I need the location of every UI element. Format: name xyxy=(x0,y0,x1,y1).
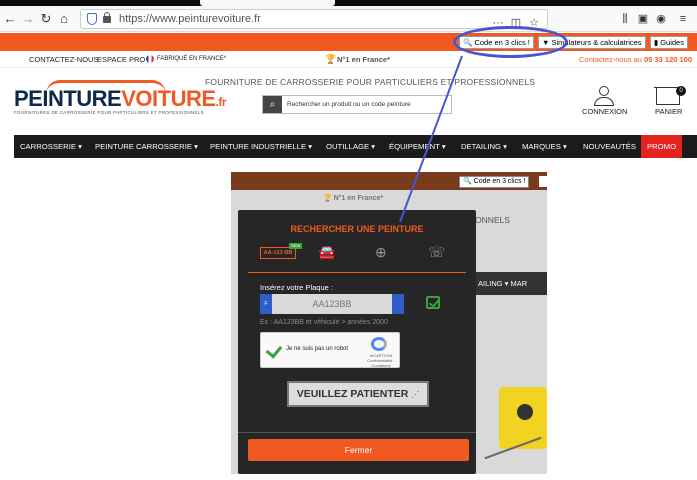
modal-separator xyxy=(248,272,466,273)
recaptcha-logo-icon xyxy=(371,337,387,351)
site-logo[interactable]: PEINTUREVOITURE.fr FOURNITURES DE CARROS… xyxy=(14,86,227,115)
fabrique-label: FABRIQUÉ EN FRANCE* xyxy=(157,56,227,62)
captcha-check-icon[interactable] xyxy=(265,341,283,359)
nav-peinture-carrosserie[interactable]: PEINTURE CARROSSERIE ▾ xyxy=(95,135,198,158)
search-box[interactable]: ⌕ Rechercher un produit ou un code peint… xyxy=(262,95,452,114)
tracking-shield-icon[interactable] xyxy=(87,13,97,25)
wait-button-label: VEUILLEZ PATIENTER xyxy=(296,388,409,400)
url-text[interactable]: https://www.peinturevoiture.fr xyxy=(119,13,261,25)
account-icon[interactable]: ◉ xyxy=(654,10,668,28)
contact-link[interactable]: CONTACTEZ-NOUS xyxy=(29,55,98,64)
panier-label[interactable]: PANIER xyxy=(655,107,682,116)
phone-number[interactable]: 05 33 120 100 xyxy=(644,55,692,64)
user-icon[interactable] xyxy=(593,84,615,108)
search-icon[interactable]: ⌕ xyxy=(263,96,282,113)
main-nav: CARROSSERIE ▾ PEINTURE CARROSSERIE ▾ PEI… xyxy=(14,135,697,158)
trophy-icon: 🏆 xyxy=(325,54,337,64)
modal-footer-separator xyxy=(238,432,476,433)
back-icon[interactable]: ← xyxy=(2,10,18,28)
logo-main: PEINTURE xyxy=(14,86,122,111)
recaptcha-widget[interactable]: Je ne suis pas un robot reCAPTCHA Confide… xyxy=(260,332,400,368)
url-bar[interactable]: https://www.peinturevoiture.fr ··· ◫ ☆ xyxy=(80,9,548,29)
logo-tld: .fr xyxy=(215,95,227,109)
paint-code-search-icon[interactable]: ⊕ xyxy=(375,244,387,261)
guides-label: Guides xyxy=(660,38,684,47)
region-band xyxy=(392,294,404,314)
connexion-label[interactable]: CONNEXION xyxy=(582,107,627,116)
paint-search-modal: RECHERCHER UNE PEINTURE AA-123-BB NEW 🚘 … xyxy=(238,210,476,474)
nav-detailing[interactable]: DETAILING ▾ xyxy=(461,135,507,158)
phone-label: Contactez-nous au 05 33 120 100 xyxy=(579,55,692,64)
new-badge: NEW xyxy=(289,243,303,249)
library-icon[interactable]: ⫼ xyxy=(618,10,632,28)
french-flag-icon xyxy=(146,55,154,63)
logo-tagline: FOURNITURES DE CARROSSERIE POUR PARTICUL… xyxy=(14,110,204,115)
lock-icon[interactable] xyxy=(103,12,111,23)
wait-button[interactable]: VEUILLEZ PATIENTER ⋰ xyxy=(287,381,429,407)
nav-marques[interactable]: MARQUES ▾ xyxy=(522,135,567,158)
close-button[interactable]: Fermer xyxy=(248,439,469,461)
nav-peinture-industrielle[interactable]: PEINTURE INDUSTRIELLE ▾ xyxy=(210,135,312,158)
sidebar-icon[interactable]: ▣ xyxy=(636,10,650,28)
home-icon[interactable]: ⌂ xyxy=(56,10,72,28)
guides-button[interactable]: ▮ Guides xyxy=(650,36,688,49)
nav-promo[interactable]: PROMO xyxy=(641,135,683,158)
embedded-rank: 🏆 N°1 en France* xyxy=(323,195,384,202)
nav-nouveautes[interactable]: NOUVEAUTÉS xyxy=(583,135,636,158)
embedded-code-label: Code en 3 clics ! xyxy=(473,178,526,185)
plate-label: Insérez votre Plaque : xyxy=(260,283,333,292)
search-input[interactable]: Rechercher un produit ou un code peintur… xyxy=(287,101,411,108)
reload-icon[interactable]: ↻ xyxy=(38,10,54,28)
embedded-tagline-fragment: ONNELS xyxy=(475,215,510,225)
car-tab-icon[interactable]: 🚘 xyxy=(318,244,335,261)
espace-pro-link[interactable]: ESPACE PRO xyxy=(97,55,145,64)
plate-input[interactable]: F AA123BB xyxy=(260,294,404,314)
cart-count-badge: 0 xyxy=(676,86,686,96)
plate-example: Ex : AA123BB et véhicule > années 2000 xyxy=(260,319,388,326)
recaptcha-brand: reCAPTCHA Confidentialité - Conditions xyxy=(363,353,399,368)
embedded-code-button: 🔍 Code en 3 clics ! xyxy=(459,176,530,188)
nav-outillage[interactable]: OUTILLAGE ▾ xyxy=(326,135,375,158)
embedded-rank-label: N°1 en France* xyxy=(333,195,384,202)
rank-label: N°1 en France* xyxy=(337,55,391,64)
eu-band: F xyxy=(260,294,272,314)
forward-icon[interactable]: → xyxy=(20,10,36,28)
plate-value[interactable]: AA123BB xyxy=(272,294,392,314)
recaptcha-links[interactable]: Confidentialité - Conditions xyxy=(363,358,399,368)
browser-navbar: ← → ↻ ⌂ https://www.peinturevoiture.fr ·… xyxy=(0,6,697,32)
logo-accent: VOITURE xyxy=(121,86,216,111)
validate-checkbox[interactable] xyxy=(426,296,440,309)
menu-icon[interactable]: ≡ xyxy=(676,10,690,28)
spinner-icon: ⋰ xyxy=(411,390,420,399)
captcha-label: Je ne suis pas un robot xyxy=(286,346,349,352)
phone-prefix: Contactez-nous au xyxy=(579,55,642,64)
header-tagline: FOURNITURE DE CARROSSERIE POUR PARTICULI… xyxy=(205,77,536,87)
product-gauge xyxy=(517,404,533,420)
nav-equipement[interactable]: ÉQUIPEMENT ▾ xyxy=(389,135,446,158)
embedded-nav-text: AILING ▾ MAR xyxy=(478,279,528,288)
embedded-button-edge xyxy=(539,176,547,187)
phone-help-icon[interactable]: ☏ xyxy=(428,244,446,261)
annotation-ellipse xyxy=(453,26,568,58)
modal-title: RECHERCHER UNE PEINTURE xyxy=(290,224,424,234)
nav-carrosserie[interactable]: CARROSSERIE ▾ xyxy=(20,135,82,158)
